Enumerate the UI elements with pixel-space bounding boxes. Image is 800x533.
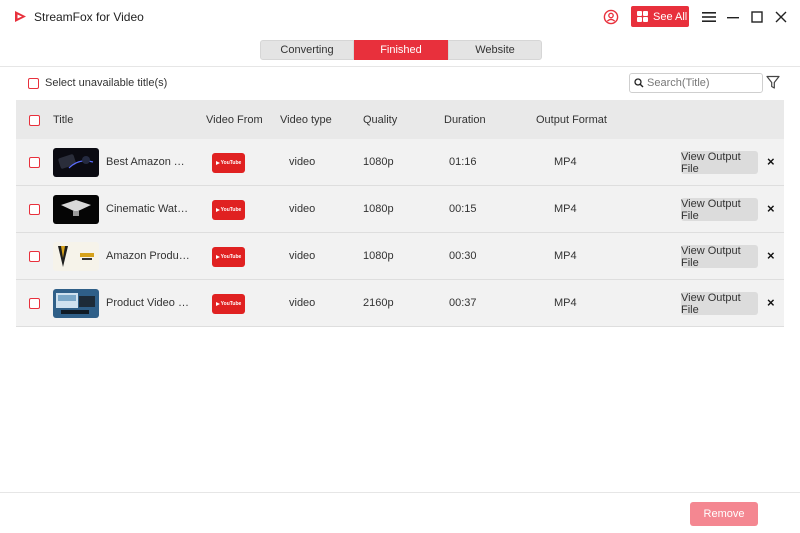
close-icon[interactable]	[773, 9, 789, 25]
table-row: Best Amazon Tec... YouTube video 1080p 0…	[16, 139, 784, 186]
tab-converting[interactable]: Converting	[260, 40, 354, 60]
table-row: Cinematic Watch ... YouTube video 1080p …	[16, 186, 784, 233]
select-unavailable: Select unavailable title(s)	[28, 77, 167, 89]
source-badge-label: YouTube	[220, 207, 242, 213]
source-badge-label: YouTube	[220, 301, 242, 307]
output-format: MP4	[554, 297, 577, 309]
video-duration: 00:37	[449, 297, 477, 309]
source-badge-label: YouTube	[220, 254, 242, 260]
column-title: Title	[53, 114, 74, 126]
video-type: video	[289, 250, 316, 262]
tab-website[interactable]: Website	[448, 40, 542, 60]
app-window: StreamFox for Video See All Converting F…	[0, 0, 800, 533]
video-quality: 2160p	[363, 297, 394, 309]
row-checkbox[interactable]	[29, 298, 40, 309]
select-all-checkbox[interactable]	[29, 115, 40, 126]
user-icon[interactable]	[603, 9, 619, 25]
row-checkbox[interactable]	[29, 251, 40, 262]
column-duration: Duration	[444, 114, 486, 126]
row-checkbox[interactable]	[29, 204, 40, 215]
remove-x-icon[interactable]: ×	[767, 154, 775, 170]
video-thumbnail	[53, 195, 99, 224]
view-output-file-button[interactable]: View Output File	[681, 245, 758, 269]
video-title: Best Amazon Tec...	[106, 156, 190, 168]
video-quality: 1080p	[363, 250, 394, 262]
video-title: Cinematic Watch ...	[106, 203, 190, 215]
video-thumbnail	[53, 242, 99, 271]
view-output-file-button[interactable]: View Output File	[681, 292, 758, 316]
video-quality: 1080p	[363, 203, 394, 215]
remove-x-icon[interactable]: ×	[767, 201, 775, 217]
table-header: Title Video From Video type Quality Dura…	[16, 100, 784, 139]
video-duration: 01:16	[449, 156, 477, 168]
menu-icon[interactable]	[701, 9, 717, 25]
search-box	[629, 73, 763, 93]
finished-table: Title Video From Video type Quality Dura…	[16, 100, 784, 327]
video-type: video	[289, 203, 316, 215]
divider	[0, 66, 800, 67]
app-title: StreamFox for Video	[34, 10, 144, 24]
youtube-icon: YouTube	[212, 153, 245, 173]
youtube-icon: YouTube	[212, 247, 245, 267]
select-unavailable-checkbox[interactable]	[28, 77, 39, 89]
table-row: Amazon Product ... YouTube video 1080p 0…	[16, 233, 784, 280]
video-thumbnail	[53, 148, 99, 177]
filter-icon[interactable]	[766, 75, 780, 90]
select-unavailable-label: Select unavailable title(s)	[45, 77, 168, 89]
video-title: Amazon Product ...	[106, 250, 190, 262]
grid-icon	[637, 11, 648, 22]
see-all-button[interactable]: See All	[631, 6, 689, 27]
video-type: video	[289, 156, 316, 168]
maximize-icon[interactable]	[749, 9, 765, 25]
video-title: Product Video Stu...	[106, 297, 190, 309]
output-format: MP4	[554, 250, 577, 262]
search-icon	[634, 78, 644, 88]
view-output-file-button[interactable]: View Output File	[681, 198, 758, 222]
source-badge-label: YouTube	[220, 160, 242, 166]
view-output-file-button[interactable]: View Output File	[681, 151, 758, 175]
streamfox-logo-icon	[15, 11, 26, 22]
output-format: MP4	[554, 156, 577, 168]
column-output-format: Output Format	[536, 114, 607, 126]
youtube-icon: YouTube	[212, 294, 245, 314]
footer-divider	[0, 492, 800, 493]
remove-x-icon[interactable]: ×	[767, 295, 775, 311]
output-format: MP4	[554, 203, 577, 215]
video-duration: 00:30	[449, 250, 477, 262]
column-video-from: Video From	[206, 114, 263, 126]
see-all-label: See All	[653, 10, 688, 23]
column-quality: Quality	[363, 114, 398, 126]
title-bar: StreamFox for Video See All	[0, 0, 800, 34]
remove-button[interactable]: Remove	[690, 502, 758, 526]
video-type: video	[289, 297, 316, 309]
table-row: Product Video Stu... YouTube video 2160p…	[16, 280, 784, 327]
column-video-type: Video type	[280, 114, 332, 126]
youtube-icon: YouTube	[212, 200, 245, 220]
tab-bar: Converting Finished Website	[260, 40, 542, 60]
row-checkbox[interactable]	[29, 157, 40, 168]
minimize-icon[interactable]	[725, 9, 741, 25]
video-duration: 00:15	[449, 203, 477, 215]
video-quality: 1080p	[363, 156, 394, 168]
remove-x-icon[interactable]: ×	[767, 248, 775, 264]
search-input[interactable]	[647, 77, 757, 89]
video-thumbnail	[53, 289, 99, 318]
tab-finished[interactable]: Finished	[354, 40, 448, 60]
